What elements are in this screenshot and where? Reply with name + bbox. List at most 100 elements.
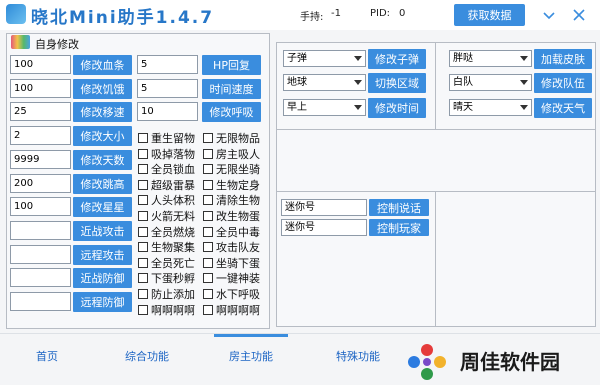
modify-button[interactable]: 修改天气 [534, 98, 592, 118]
value-input[interactable] [10, 292, 71, 311]
checkbox-option[interactable]: 房主吸人 [203, 147, 260, 161]
checkbox-option[interactable]: 全员中毒 [203, 225, 260, 239]
checkbox[interactable] [138, 257, 148, 268]
value-input[interactable]: 100 [10, 79, 71, 98]
checkbox[interactable] [203, 226, 213, 237]
checkbox-option[interactable]: 水下呼吸 [203, 287, 260, 301]
modify-button[interactable]: 近战防御 [73, 268, 132, 288]
checkbox[interactable] [203, 257, 213, 268]
dropdown-select[interactable]: 白队 [449, 74, 532, 91]
checkbox[interactable] [203, 241, 213, 252]
checkbox-option[interactable]: 火箭无料 [138, 209, 195, 223]
control-button[interactable]: 控制玩家 [369, 219, 429, 236]
checkbox[interactable] [138, 132, 148, 143]
checkbox[interactable] [138, 304, 148, 315]
checkbox[interactable] [203, 163, 213, 174]
checkbox-option[interactable]: 防止添加 [138, 287, 195, 301]
control-button[interactable]: 控制说话 [369, 199, 429, 216]
checkbox[interactable] [203, 194, 213, 205]
checkbox-option[interactable]: 人头体积 [138, 193, 195, 207]
checkbox-option[interactable]: 无限物品 [203, 131, 260, 145]
modify-button[interactable]: 加载皮肤 [534, 49, 592, 69]
checkbox-option[interactable]: 啊啊啊啊 [203, 303, 260, 317]
checkbox[interactable] [138, 194, 148, 205]
checkbox[interactable] [203, 210, 213, 221]
value-input[interactable]: 200 [10, 174, 71, 193]
modify-button[interactable]: 切换区域 [368, 73, 426, 93]
checkbox-option[interactable]: 全员死亡 [138, 256, 195, 270]
modify-button[interactable]: 修改星星 [73, 197, 132, 217]
value-input[interactable]: 5 [137, 55, 198, 74]
checkbox-option[interactable]: 全员锁血 [138, 162, 195, 176]
tab-host[interactable]: 房主功能 [229, 348, 273, 364]
checkbox[interactable] [203, 272, 213, 283]
value-input[interactable] [10, 221, 71, 240]
checkbox[interactable] [138, 241, 148, 252]
modify-button[interactable]: HP回复 [202, 55, 261, 75]
checkbox-option[interactable]: 生物聚集 [138, 240, 195, 254]
value-input[interactable] [10, 245, 71, 264]
checkbox-option[interactable]: 生物定身 [203, 178, 260, 192]
checkbox-option[interactable]: 改生物蛋 [203, 209, 260, 223]
tab-general[interactable]: 综合功能 [125, 348, 169, 364]
checkbox-option[interactable]: 吸掉落物 [138, 147, 195, 161]
close-icon[interactable] [570, 6, 588, 24]
checkbox[interactable] [203, 148, 213, 159]
modify-button[interactable]: 时间速度 [202, 79, 261, 99]
modify-button[interactable]: 修改饥饿 [73, 79, 132, 99]
checkbox[interactable] [203, 132, 213, 143]
dropdown-select[interactable]: 子弹 [283, 50, 366, 67]
tab-home[interactable]: 首页 [36, 348, 58, 364]
tab-special[interactable]: 特殊功能 [336, 348, 380, 364]
checkbox[interactable] [138, 288, 148, 299]
value-input[interactable]: 25 [10, 102, 71, 121]
checkbox[interactable] [138, 272, 148, 283]
modify-button[interactable]: 近战攻击 [73, 221, 132, 241]
value-input[interactable]: 100 [10, 197, 71, 216]
checkbox[interactable] [203, 288, 213, 299]
value-input[interactable]: 9999 [10, 150, 71, 169]
checkbox[interactable] [138, 179, 148, 190]
checkbox[interactable] [138, 148, 148, 159]
value-input[interactable]: 2 [10, 126, 71, 145]
checkbox-option[interactable]: 一键神装 [203, 271, 260, 285]
value-input[interactable]: 100 [10, 55, 71, 74]
modify-button[interactable]: 远程攻击 [73, 245, 132, 265]
player-id-input[interactable]: 迷你号 [281, 219, 367, 236]
checkbox-option[interactable]: 全员燃烧 [138, 225, 195, 239]
modify-button[interactable]: 修改呼吸 [202, 102, 261, 122]
checkbox-option[interactable]: 超级雷暴 [138, 178, 195, 192]
dropdown-select[interactable]: 晴天 [449, 99, 532, 116]
checkbox[interactable] [203, 179, 213, 190]
checkbox-option[interactable]: 重生留物 [138, 131, 195, 145]
modify-button[interactable]: 修改移速 [73, 102, 132, 122]
modify-button[interactable]: 修改天数 [73, 150, 132, 170]
modify-button[interactable]: 修改大小 [73, 126, 132, 146]
dropdown-select[interactable]: 胖哒 [449, 50, 532, 67]
checkbox-option[interactable]: 攻击队友 [203, 240, 260, 254]
checkbox[interactable] [203, 304, 213, 315]
checkbox[interactable] [138, 226, 148, 237]
value-input[interactable]: 10 [137, 102, 198, 121]
modify-button[interactable]: 修改时间 [368, 98, 426, 118]
checkbox-option[interactable]: 清除生物 [203, 193, 260, 207]
collapse-icon[interactable] [540, 6, 558, 24]
pid-label: PID: [370, 8, 391, 19]
dropdown-select[interactable]: 早上 [283, 99, 366, 116]
checkbox-option[interactable]: 下蛋秒孵 [138, 271, 195, 285]
dropdown-select[interactable]: 地球 [283, 74, 366, 91]
player-id-input[interactable]: 迷你号 [281, 199, 367, 216]
modify-button[interactable]: 修改队伍 [534, 73, 592, 93]
modify-button[interactable]: 修改血条 [73, 55, 132, 75]
modify-button[interactable]: 修改跳高 [73, 174, 132, 194]
checkbox[interactable] [138, 163, 148, 174]
checkbox-option[interactable]: 无限坐骑 [203, 162, 260, 176]
value-input[interactable] [10, 268, 71, 287]
checkbox[interactable] [138, 210, 148, 221]
checkbox-option[interactable]: 啊啊啊啊 [138, 303, 195, 317]
checkbox-option[interactable]: 坐骑下蛋 [203, 256, 260, 270]
modify-button[interactable]: 远程防御 [73, 292, 132, 312]
value-input[interactable]: 5 [137, 79, 198, 98]
modify-button[interactable]: 修改子弹 [368, 49, 426, 69]
fetch-data-button[interactable]: 获取数据 [454, 4, 525, 26]
